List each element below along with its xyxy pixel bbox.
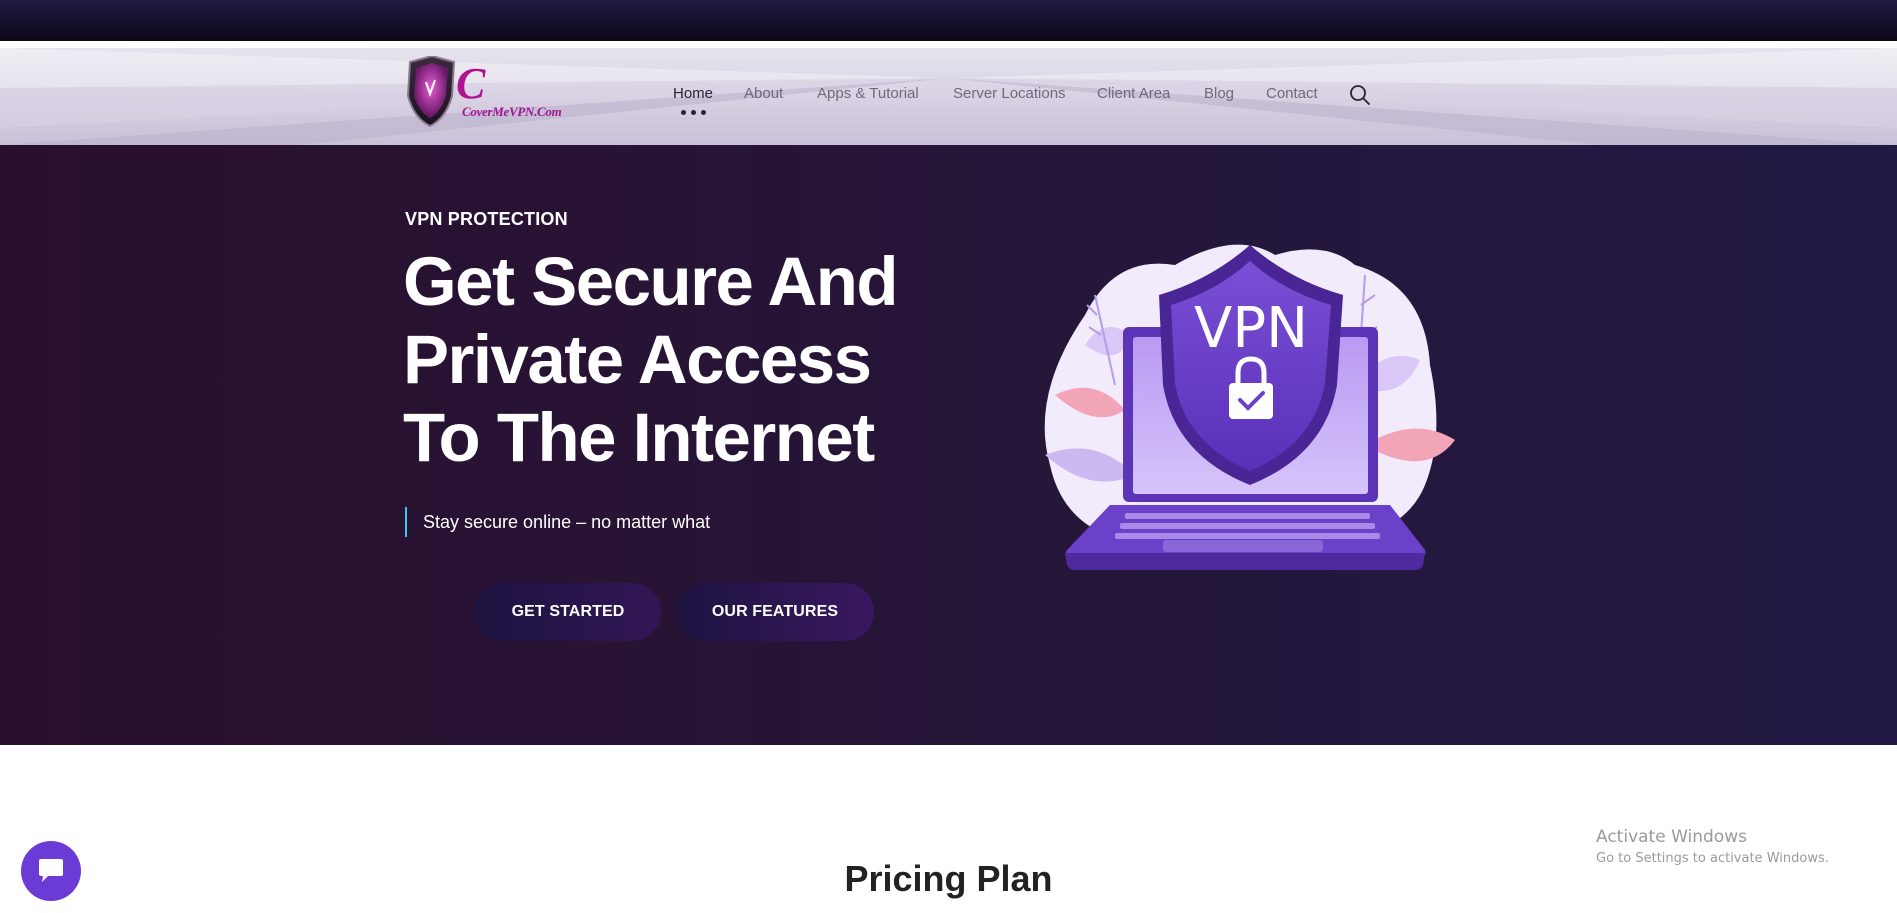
main-nav: Home About Apps & Tutorial Server Locati… — [0, 48, 1897, 145]
windows-activation-watermark: Activate Windows Go to Settings to activ… — [1596, 827, 1829, 866]
our-features-button[interactable]: OUR FEATURES — [676, 583, 874, 641]
nav-item-about[interactable]: About — [744, 85, 783, 102]
nav-item-blog[interactable]: Blog — [1204, 85, 1234, 102]
headline-line-1: Get Secure And — [403, 243, 899, 320]
nav-item-contact[interactable]: Contact — [1266, 85, 1318, 102]
nav-item-client-area[interactable]: Client Area — [1097, 85, 1170, 102]
chat-widget-button[interactable] — [21, 841, 81, 901]
hero-eyebrow: VPN PROTECTION — [405, 209, 568, 229]
active-indicator-dots — [681, 110, 707, 116]
watermark-subtitle: Go to Settings to activate Windows. — [1596, 851, 1829, 866]
headline-line-3: To The Internet — [403, 399, 875, 476]
search-icon[interactable] — [1348, 83, 1372, 107]
nav-item-server-locations[interactable]: Server Locations — [953, 85, 1066, 102]
nav-item-apps-tutorial[interactable]: Apps & Tutorial — [817, 85, 919, 102]
nav-item-home[interactable]: Home — [673, 85, 713, 102]
watermark-title: Activate Windows — [1596, 827, 1747, 847]
site-header: C CoverMeVPN.Com Home About Apps & Tutor… — [0, 48, 1897, 145]
top-bar — [0, 0, 1897, 41]
get-started-button[interactable]: GET STARTED — [475, 583, 661, 641]
hero-tagline: Stay secure online – no matter what — [423, 512, 711, 532]
shield-vpn-text: VPN — [1194, 296, 1308, 361]
headline-line-2: Private Access — [403, 321, 872, 398]
hero-section: VPN PROTECTION Get Secure And Private Ac… — [0, 145, 1897, 745]
hero-headline: Get Secure And Private Access To The Int… — [403, 243, 963, 477]
vpn-laptop-illustration: VPN — [1044, 244, 1455, 570]
hero-tagline-block: Stay secure online – no matter what — [405, 507, 710, 537]
chat-bubble-icon — [39, 859, 63, 882]
